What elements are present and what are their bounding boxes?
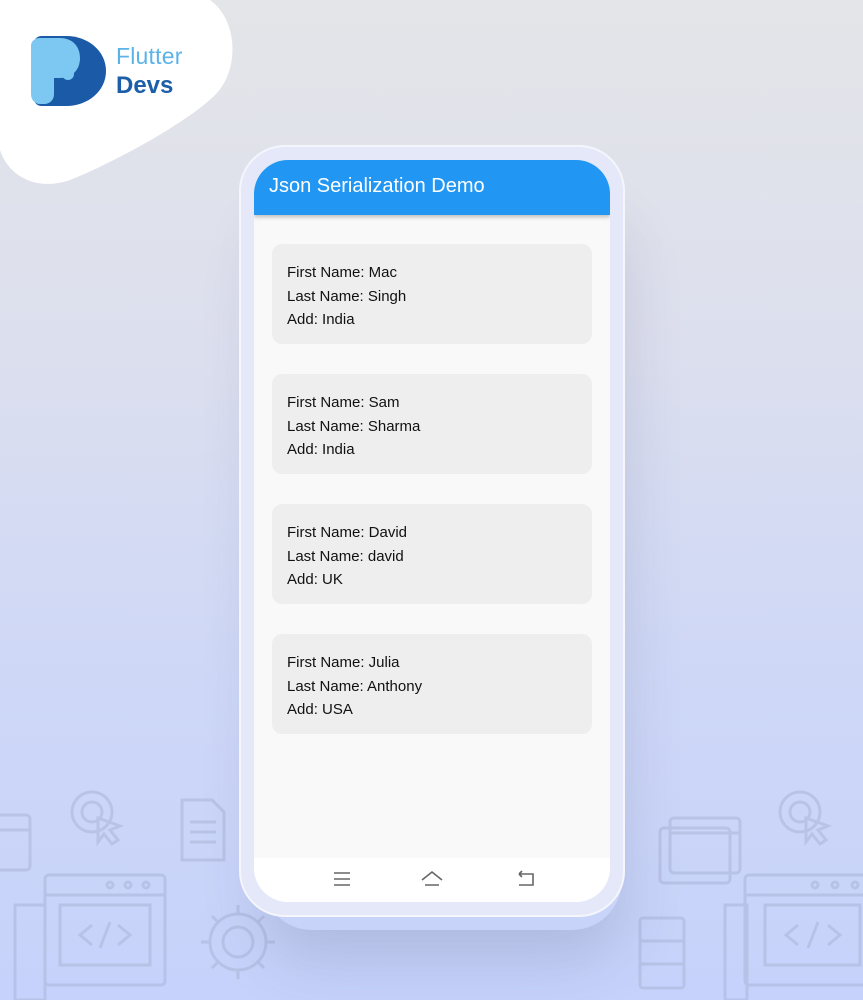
app-bar: Json Serialization Demo (254, 160, 610, 215)
brand-line-1: Flutter (116, 42, 183, 69)
address-text: Add: India (287, 311, 355, 328)
person-card[interactable]: First Name: David Last Name: david Add: … (272, 504, 592, 604)
back-button[interactable] (514, 868, 538, 890)
system-nav-bar (254, 858, 610, 902)
flutter-devs-logo-icon (31, 36, 106, 106)
address-text: Add: UK (287, 571, 343, 588)
home-button[interactable] (420, 868, 444, 890)
person-card[interactable]: First Name: Sam Last Name: Sharma Add: I… (272, 374, 592, 474)
first-name-text: First Name: Mac (287, 264, 398, 281)
last-name-text: Last Name: Sharma (287, 417, 421, 435)
first-name-text: First Name: Sam (287, 394, 400, 411)
first-name-text: First Name: Julia (287, 654, 400, 671)
menu-icon (334, 872, 350, 886)
person-card[interactable]: First Name: Mac Last Name: Singh Add: In… (272, 244, 592, 344)
last-name-text: Last Name: Singh (287, 287, 407, 305)
last-name-text: Last Name: Anthony (287, 677, 423, 695)
address-text: Add: India (287, 441, 355, 458)
back-icon (518, 870, 534, 886)
menu-button[interactable] (330, 868, 354, 890)
address-text: Add: USA (287, 701, 353, 718)
home-icon (421, 870, 443, 886)
person-card[interactable]: First Name: Julia Last Name: Anthony Add… (272, 634, 592, 734)
flutter-devs-logo: Flutter Devs (30, 36, 183, 106)
last-name-text: Last Name: david (287, 547, 404, 565)
brand-line-2: Devs (116, 71, 174, 99)
phone-screen: Json Serialization Demo First Name: Mac … (254, 160, 610, 902)
app-bar-title: Json Serialization Demo (269, 175, 485, 197)
first-name-text: First Name: David (287, 524, 408, 541)
